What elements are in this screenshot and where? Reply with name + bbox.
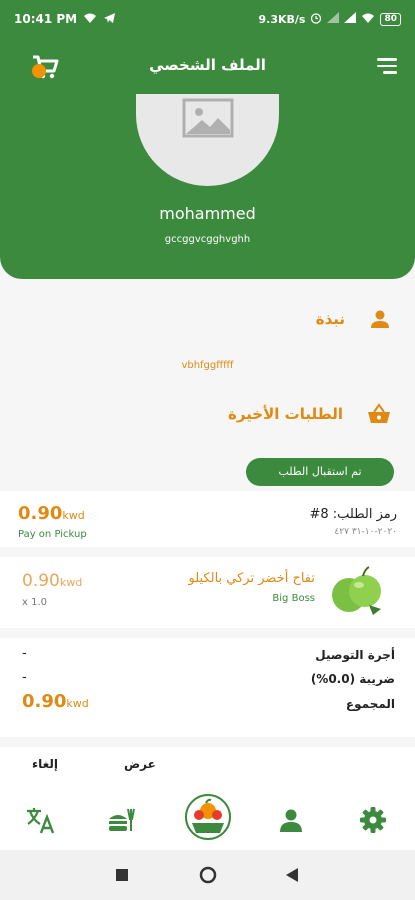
summary-total-value: 0.90 bbox=[22, 691, 67, 712]
order-total-value: 0.90 bbox=[18, 503, 63, 524]
store-logo-icon bbox=[184, 793, 231, 840]
bottom-navigation bbox=[0, 783, 415, 850]
item-name: تفاح أخضر تركي بالكيلو bbox=[188, 571, 315, 586]
order-actions: عرض إلغاء bbox=[0, 747, 415, 783]
order-date: ٢٠٢٠-١٠-٣١ ٤٢٧ bbox=[334, 527, 397, 537]
order-total-currency: kwd bbox=[62, 509, 85, 522]
bio-title: نبذة bbox=[315, 310, 345, 328]
gear-icon bbox=[360, 807, 386, 833]
item-quantity: x 1.0 bbox=[22, 597, 47, 608]
translate-icon bbox=[27, 808, 55, 834]
order-card[interactable]: 0.90kwd Pay on Pickup رمز الطلب: 8# ٢٠٢٠… bbox=[0, 491, 415, 737]
wifi-icon bbox=[83, 12, 97, 27]
wifi-icon-2 bbox=[361, 12, 375, 27]
profile-subtitle: gccggvcgghvghh bbox=[164, 234, 251, 245]
alarm-icon bbox=[310, 12, 322, 27]
order-status-badge[interactable]: تم استقبال الطلب bbox=[246, 458, 394, 486]
cancel-order-button[interactable]: إلغاء bbox=[32, 757, 58, 771]
tax-label: ضريبة (0.0%) bbox=[310, 672, 395, 686]
status-bar: 10:41 PM 9.3KB/s 80 bbox=[0, 0, 415, 38]
nav-profile[interactable] bbox=[274, 803, 308, 837]
signal-icon bbox=[327, 12, 340, 26]
item-price-currency: kwd bbox=[59, 576, 83, 589]
payment-method: Pay on Pickup bbox=[18, 529, 87, 540]
profile-name: mohammed bbox=[159, 204, 256, 223]
back-icon[interactable] bbox=[285, 867, 299, 883]
person-icon bbox=[371, 310, 389, 328]
battery-indicator: 80 bbox=[380, 12, 401, 26]
summary-total: 0.90kwd bbox=[22, 691, 89, 712]
recents-icon[interactable] bbox=[115, 868, 129, 882]
bio-section-header: نبذة bbox=[316, 308, 391, 330]
tax-value: - bbox=[22, 670, 27, 685]
status-time: 10:41 PM bbox=[14, 12, 78, 26]
delivery-fee-value: - bbox=[22, 646, 27, 661]
avatar[interactable] bbox=[136, 94, 279, 186]
item-price: 0.90kwd bbox=[22, 571, 82, 591]
nav-settings[interactable] bbox=[356, 803, 390, 837]
order-item[interactable]: 0.90kwd x 1.0 تفاح أخضر تركي بالكيلو Big… bbox=[0, 557, 415, 628]
nav-language[interactable] bbox=[24, 803, 58, 837]
divider-2 bbox=[0, 628, 415, 638]
network-speed: 9.3KB/s bbox=[258, 12, 306, 26]
order-code: رمز الطلب: 8# bbox=[309, 507, 397, 522]
home-icon[interactable] bbox=[199, 866, 217, 884]
orders-title: الطلبات الأخيرة bbox=[228, 405, 343, 423]
orders-section-header: الطلبات الأخيرة bbox=[228, 403, 391, 425]
delivery-fee-label: أجرة التوصيل bbox=[315, 648, 395, 662]
image-placeholder-icon bbox=[182, 98, 233, 138]
view-order-button[interactable]: عرض bbox=[124, 757, 156, 771]
order-total: 0.90kwd bbox=[18, 503, 85, 524]
signal-icon-2 bbox=[344, 12, 357, 26]
item-brand: Big Boss bbox=[272, 593, 315, 604]
home-logo[interactable] bbox=[180, 789, 235, 844]
green-apple-image bbox=[327, 559, 385, 619]
bio-text: vbhfggfffff bbox=[181, 360, 234, 371]
divider bbox=[0, 547, 415, 557]
nav-menu[interactable] bbox=[106, 803, 140, 837]
profile-header: الملف الشخصي mohammed gccggvcgghvghh bbox=[0, 38, 415, 279]
page-title: الملف الشخصي bbox=[149, 56, 266, 74]
basket-icon bbox=[368, 403, 390, 423]
food-menu-icon bbox=[109, 808, 135, 831]
profile-icon bbox=[280, 809, 302, 832]
menu-button[interactable] bbox=[375, 58, 397, 76]
summary-total-currency: kwd bbox=[66, 697, 89, 710]
total-label: المجموع bbox=[345, 697, 395, 711]
telegram-icon bbox=[103, 12, 116, 27]
system-navigation-bar bbox=[0, 850, 415, 900]
item-price-value: 0.90 bbox=[22, 571, 60, 591]
